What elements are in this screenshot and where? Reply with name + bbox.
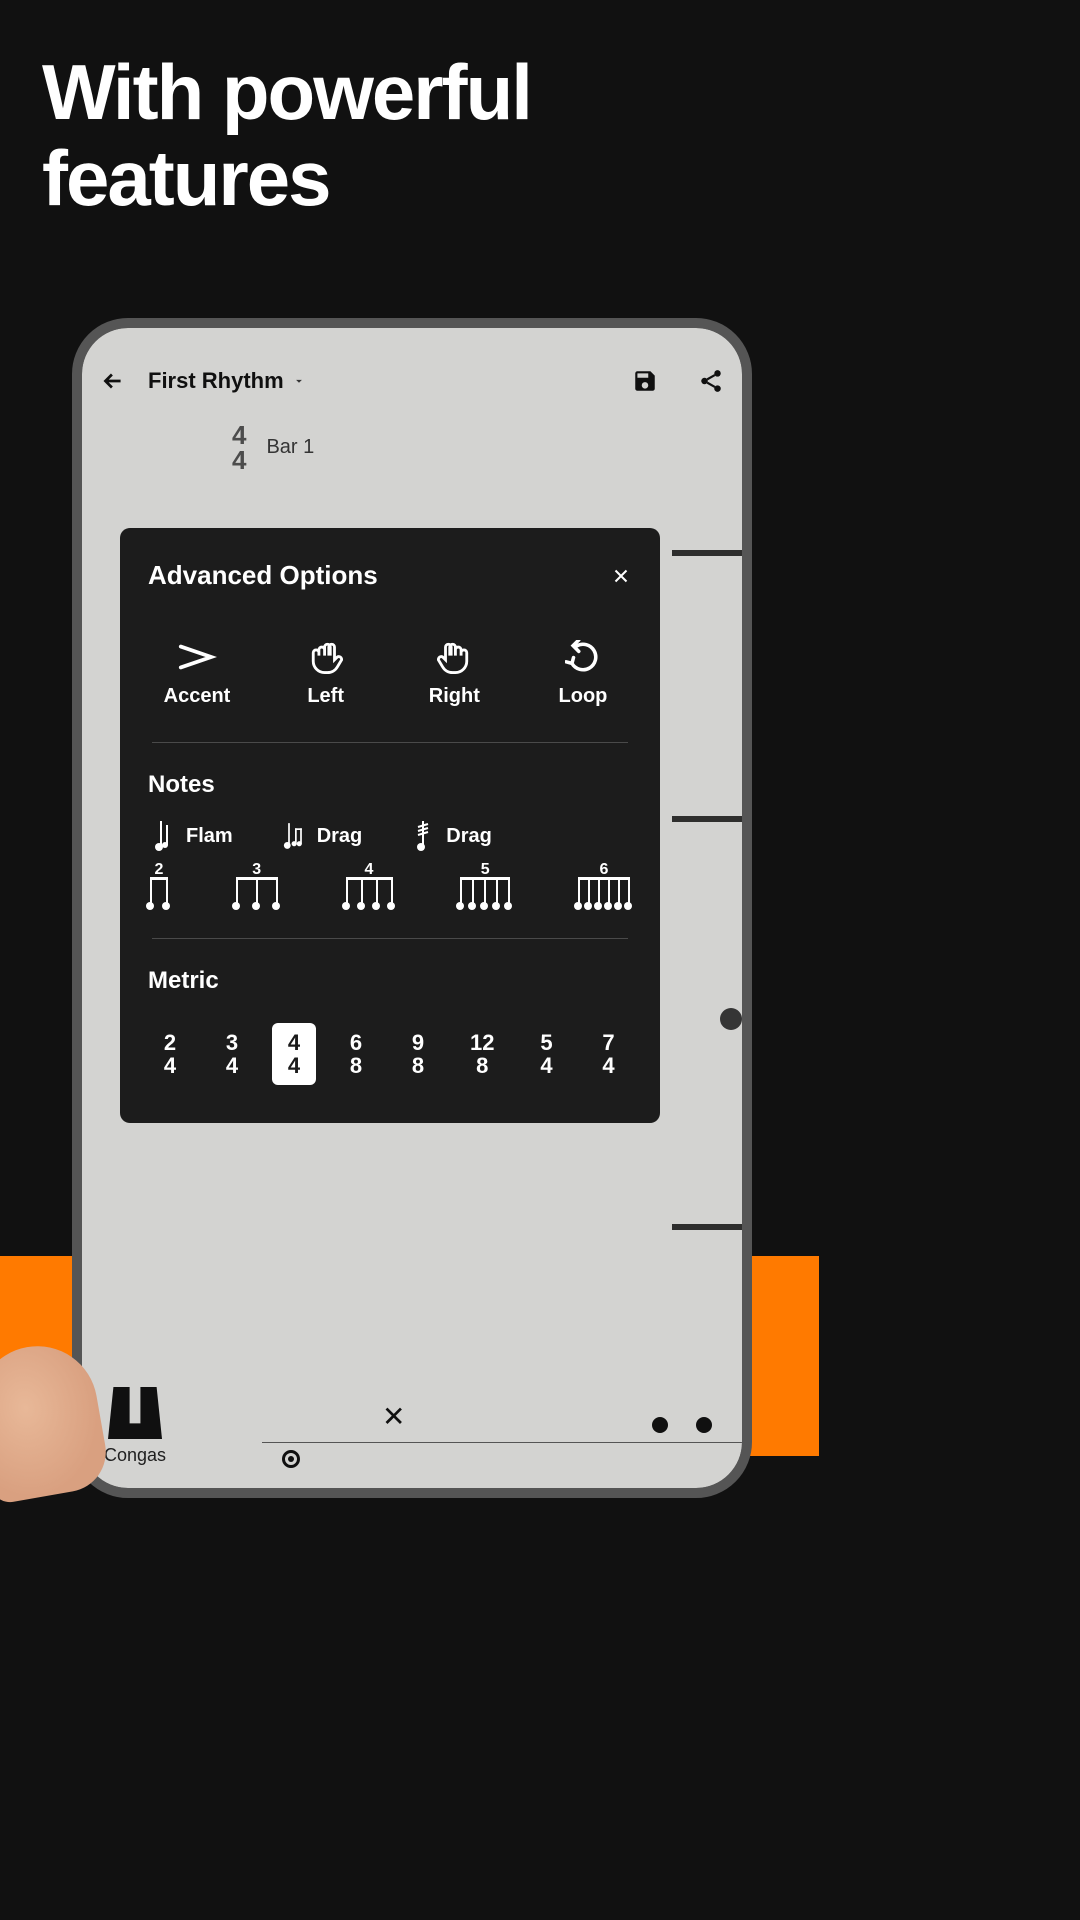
note-label: Drag xyxy=(446,825,492,848)
metric-4-4[interactable]: 44 xyxy=(272,1023,316,1085)
notation-beam xyxy=(672,550,742,556)
action-row: Accent Left Right xyxy=(148,639,632,742)
hand-left-icon xyxy=(306,639,346,675)
grid-note-dot xyxy=(720,1008,742,1030)
notes-section-title: Notes xyxy=(148,771,632,799)
tuplet-5[interactable]: 5 xyxy=(460,877,510,908)
note-drag[interactable]: Drag xyxy=(283,821,363,851)
metric-bottom: 4 xyxy=(602,1054,614,1077)
divider xyxy=(152,938,628,939)
tuplet-6[interactable]: 6 xyxy=(578,877,630,908)
action-label: Right xyxy=(429,685,480,708)
phone-screen: First Rhythm 4 4 Bar 1 ✕ xyxy=(82,328,742,1488)
metric-top: 3 xyxy=(226,1031,238,1054)
metric-bottom: 4 xyxy=(288,1054,300,1077)
metric-5-4[interactable]: 54 xyxy=(524,1023,568,1085)
metric-top: 7 xyxy=(602,1031,614,1054)
note-flam[interactable]: Flam xyxy=(152,821,233,851)
action-right-hand[interactable]: Right xyxy=(409,639,499,708)
bar-label: Bar 1 xyxy=(266,436,314,459)
notation-beam xyxy=(672,816,742,822)
action-label: Accent xyxy=(164,685,231,708)
divider xyxy=(152,742,628,743)
drag-icon xyxy=(283,821,307,851)
topbar: First Rhythm xyxy=(82,358,742,404)
action-loop[interactable]: Loop xyxy=(538,639,628,708)
metric-7-4[interactable]: 74 xyxy=(586,1023,630,1085)
close-icon[interactable] xyxy=(610,565,632,587)
tuplet-3[interactable]: 3 xyxy=(236,877,278,908)
metric-2-4[interactable]: 24 xyxy=(148,1023,192,1085)
metric-top: 4 xyxy=(288,1031,300,1054)
loop-icon xyxy=(563,639,603,675)
hero-line-1: With powerful xyxy=(42,50,777,136)
metric-top: 9 xyxy=(412,1031,424,1054)
advanced-options-modal: Advanced Options Accent Left xyxy=(120,528,660,1123)
song-title-dropdown[interactable]: First Rhythm xyxy=(148,368,306,394)
hero-title: With powerful features xyxy=(0,0,819,222)
metric-row: 24344468981285474 xyxy=(148,1017,632,1085)
save-icon[interactable] xyxy=(632,368,658,394)
congas-icon xyxy=(108,1387,162,1439)
chevron-down-icon xyxy=(292,374,306,388)
tuplet-4[interactable]: 4 xyxy=(346,877,393,908)
accent-icon xyxy=(177,639,217,675)
metric-bottom: 4 xyxy=(540,1054,552,1077)
metric-bottom: 4 xyxy=(226,1054,238,1077)
tuplet-row: 2 3 4 5 6 xyxy=(148,877,632,938)
ts-bottom: 4 xyxy=(232,448,246,473)
metric-top: 5 xyxy=(540,1031,552,1054)
hand-right-icon xyxy=(434,639,474,675)
instrument-row: Congas xyxy=(82,1387,742,1466)
metric-3-4[interactable]: 34 xyxy=(210,1023,254,1085)
metric-bottom: 8 xyxy=(476,1054,488,1077)
metric-9-8[interactable]: 98 xyxy=(396,1023,440,1085)
action-label: Loop xyxy=(559,685,608,708)
note-label: Flam xyxy=(186,825,233,848)
song-title-text: First Rhythm xyxy=(148,368,284,394)
drag-roll-icon xyxy=(412,821,436,851)
time-signature[interactable]: 4 4 Bar 1 xyxy=(232,423,314,472)
action-label: Left xyxy=(307,685,344,708)
ts-top: 4 xyxy=(232,423,246,448)
metric-top: 12 xyxy=(470,1031,494,1054)
tuplet-2[interactable]: 2 xyxy=(150,877,168,908)
instrument-congas[interactable]: Congas xyxy=(104,1387,166,1466)
metric-bottom: 8 xyxy=(350,1054,362,1077)
back-arrow-icon[interactable] xyxy=(100,368,126,394)
metric-bottom: 4 xyxy=(164,1054,176,1077)
hero-line-2: features xyxy=(42,136,777,222)
share-icon[interactable] xyxy=(698,368,724,394)
note-drag-roll[interactable]: Drag xyxy=(412,821,492,851)
metric-section-title: Metric xyxy=(148,967,632,995)
modal-title: Advanced Options xyxy=(148,560,378,591)
notation-beam xyxy=(672,1224,742,1230)
metric-top: 2 xyxy=(164,1031,176,1054)
flam-icon xyxy=(152,821,176,851)
metric-top: 6 xyxy=(350,1031,362,1054)
phone-frame: First Rhythm 4 4 Bar 1 ✕ xyxy=(72,318,752,1498)
action-left-hand[interactable]: Left xyxy=(281,639,371,708)
metric-12-8[interactable]: 128 xyxy=(458,1023,506,1085)
notes-row: Flam Drag Drag xyxy=(148,821,632,851)
instrument-label: Congas xyxy=(104,1445,166,1466)
note-label: Drag xyxy=(317,825,363,848)
action-accent[interactable]: Accent xyxy=(152,639,242,708)
metric-bottom: 8 xyxy=(412,1054,424,1077)
metric-6-8[interactable]: 68 xyxy=(334,1023,378,1085)
